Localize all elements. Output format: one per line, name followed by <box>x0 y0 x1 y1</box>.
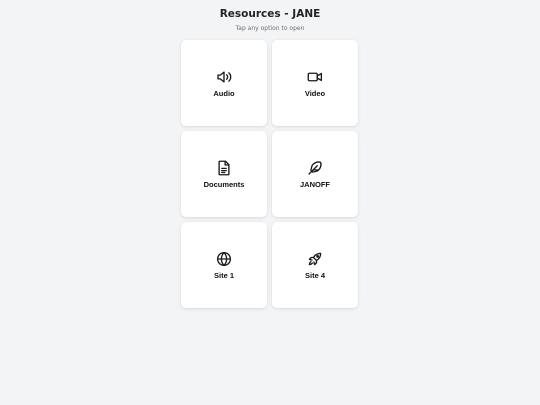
video-label: Video <box>304 89 326 98</box>
audio-card[interactable]: Audio <box>181 40 267 126</box>
document-icon <box>215 159 233 177</box>
globe-icon <box>215 250 233 268</box>
page-subtitle: Tap any option to open <box>235 25 305 32</box>
speaker-icon <box>215 68 233 86</box>
site-1-card[interactable]: Site 1 <box>181 222 267 308</box>
documents-label: Documents <box>203 180 245 189</box>
video-card[interactable]: Video <box>272 40 358 126</box>
site-4-card[interactable]: Site 4 <box>272 222 358 308</box>
resources-page: Resources - JANE Tap any option to open … <box>0 0 540 405</box>
resource-grid: Audio Video Documents JANOFF Site 1 Site… <box>181 40 358 308</box>
documents-card[interactable]: Documents <box>181 131 267 217</box>
janoff-label: JANOFF <box>300 180 330 189</box>
site-4-label: Site 4 <box>304 271 325 280</box>
rocket-icon <box>306 250 324 268</box>
site-1-label: Site 1 <box>213 271 234 280</box>
feather-icon <box>306 159 324 177</box>
video-camera-icon <box>306 68 324 86</box>
page-title: Resources - JANE <box>219 8 321 20</box>
page-header: Resources - JANE Tap any option to open <box>0 8 540 33</box>
janoff-card[interactable]: JANOFF <box>272 131 358 217</box>
audio-label: Audio <box>213 89 235 98</box>
